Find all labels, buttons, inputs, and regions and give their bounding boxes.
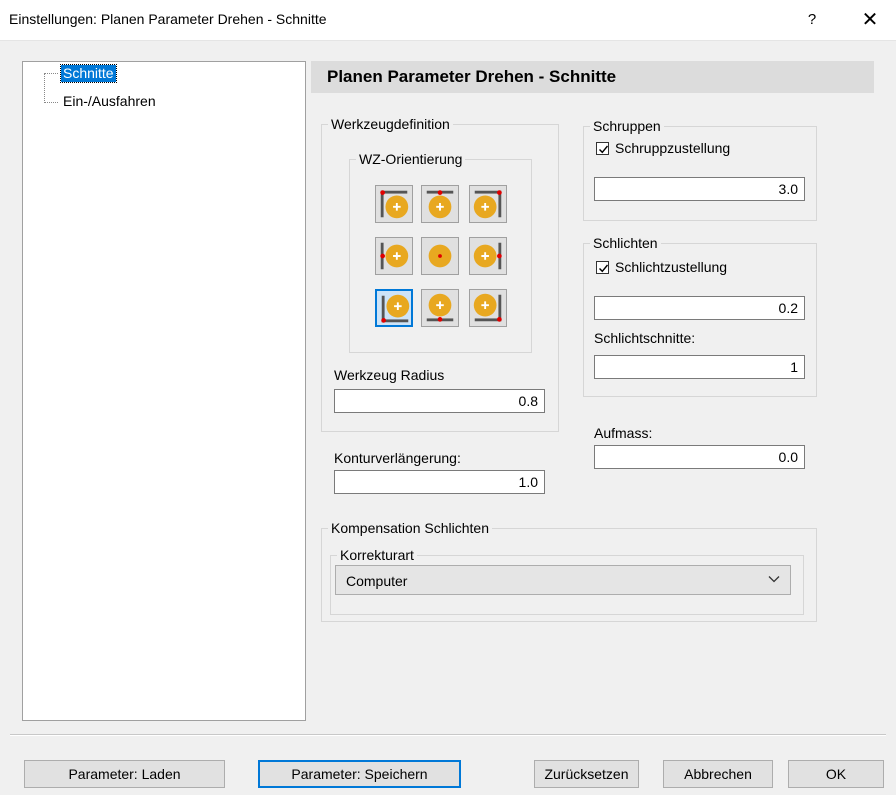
aufmass-label: Aufmass: <box>594 425 653 441</box>
werkzeugdefinition-legend: Werkzeugdefinition <box>328 115 453 133</box>
page-header: Planen Parameter Drehen - Schnitte <box>311 61 874 93</box>
tool-orientation-right-button[interactable] <box>469 237 507 275</box>
kompensation-schlichten-legend: Kompensation Schlichten <box>328 519 492 537</box>
wz-orientierung-legend: WZ-Orientierung <box>356 150 466 168</box>
schlichtzustellung-input[interactable]: 0.2 <box>594 296 805 320</box>
tool-orientation-icon <box>380 190 409 219</box>
close-button[interactable]: ✕ <box>852 6 888 34</box>
ok-button[interactable]: OK <box>788 760 884 788</box>
werkzeug-radius-label: Werkzeug Radius <box>334 367 445 383</box>
tree-connector <box>44 102 58 103</box>
schruppzustellung-label: Schruppzustellung <box>615 140 731 156</box>
korrekturart-legend: Korrekturart <box>337 546 417 564</box>
footer-separator <box>10 734 886 736</box>
tool-orientation-icon <box>428 244 452 268</box>
tool-orientation-center-button[interactable] <box>421 237 459 275</box>
konturverlaengerung-label: Konturverlängerung: <box>334 450 461 466</box>
korrekturart-select[interactable]: Computer <box>335 565 791 595</box>
tool-orientation-top-left-button[interactable] <box>375 185 413 223</box>
schlichtzustellung-label: Schlichtzustellung <box>615 259 728 275</box>
schlichtschnitte-input[interactable]: 1 <box>594 355 805 379</box>
tool-orientation-icon <box>473 242 502 270</box>
tool-orientation-left-button[interactable] <box>375 237 413 275</box>
tree-connector <box>44 73 45 103</box>
aufmass-input[interactable]: 0.0 <box>594 445 805 469</box>
window-title: Einstellungen: Planen Parameter Drehen -… <box>9 11 327 27</box>
tool-orientation-icon <box>381 294 410 323</box>
konturverlaengerung-input[interactable]: 1.0 <box>334 470 545 494</box>
help-button[interactable]: ? <box>796 6 828 34</box>
tool-orientation-top-right-button[interactable] <box>469 185 507 223</box>
schlichten-legend: Schlichten <box>590 234 661 252</box>
tool-orientation-icon <box>426 293 454 322</box>
schlichtschnitte-label: Schlichtschnitte: <box>594 330 696 346</box>
title-bar: Einstellungen: Planen Parameter Drehen -… <box>0 0 896 41</box>
tool-orientation-icon <box>473 190 502 219</box>
zuruecksetzen-button[interactable]: Zurücksetzen <box>534 760 639 788</box>
schruppzustellung-checkbox[interactable] <box>596 142 609 155</box>
chevron-down-icon <box>768 576 780 583</box>
tool-orientation-bottom-left-button[interactable] <box>375 289 413 327</box>
tool-orientation-bottom-right-button[interactable] <box>469 289 507 327</box>
tool-orientation-icon <box>380 242 409 270</box>
tool-orientation-icon <box>473 293 502 322</box>
schlichtzustellung-checkbox[interactable] <box>596 261 609 274</box>
abbrechen-button[interactable]: Abbrechen <box>663 760 773 788</box>
tree-item-ein-ausfahren[interactable]: Ein-/Ausfahren <box>61 93 158 110</box>
parameter-speichern-button[interactable]: Parameter: Speichern <box>258 760 461 788</box>
tool-orientation-top-button[interactable] <box>421 185 459 223</box>
werkzeug-radius-input[interactable]: 0.8 <box>334 389 545 413</box>
navigation-tree: Schnitte Ein-/Ausfahren <box>22 61 306 721</box>
schruppzustellung-input[interactable]: 3.0 <box>594 177 805 201</box>
tree-item-schnitte[interactable]: Schnitte <box>60 64 117 83</box>
schruppen-legend: Schruppen <box>590 117 664 135</box>
check-icon <box>599 145 609 154</box>
korrekturart-selected-value: Computer <box>346 573 408 589</box>
check-icon <box>599 264 609 273</box>
tree-connector <box>44 73 58 74</box>
parameter-laden-button[interactable]: Parameter: Laden <box>24 760 225 788</box>
tool-orientation-bottom-button[interactable] <box>421 289 459 327</box>
tool-orientation-icon <box>426 190 454 219</box>
page-title: Planen Parameter Drehen - Schnitte <box>327 67 617 86</box>
